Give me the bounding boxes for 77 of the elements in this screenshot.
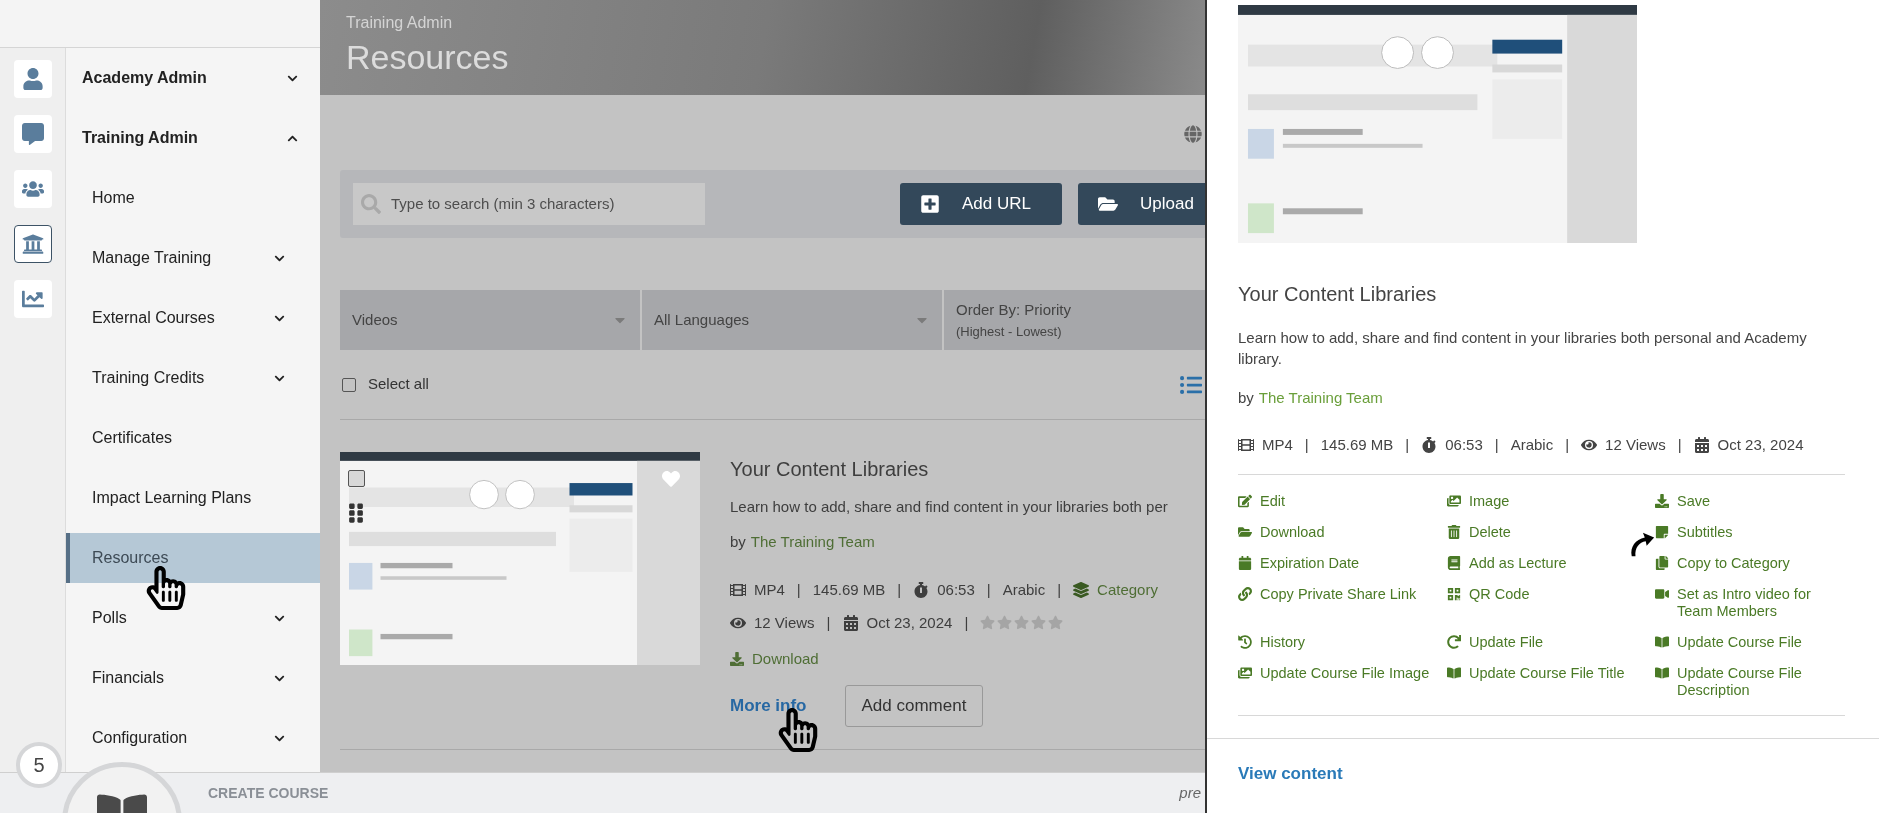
meta-text: Arabic	[1510, 434, 1554, 455]
separator: |	[1405, 434, 1410, 455]
detail-title: Your Content Libraries	[1238, 282, 1438, 307]
meta-text: 145.69 MB	[1320, 434, 1394, 455]
action-link[interactable]: Copy Private Share Link	[1238, 586, 1447, 620]
author-link[interactable]: The Training Team	[750, 530, 875, 553]
meta-text: Oct 23, 2024	[1717, 434, 1804, 455]
add-comment-button[interactable]: Add comment	[844, 684, 984, 727]
filter-dropdown[interactable]: Videos	[340, 290, 640, 350]
nav-item[interactable]: Polls	[66, 598, 320, 638]
toolbar-button[interactable]: Add URL	[900, 183, 1062, 225]
nav-item[interactable]: Resources	[66, 533, 320, 583]
download-link[interactable]: Download	[730, 648, 819, 671]
meta-text: Oct 23, 2024	[866, 612, 953, 633]
search-field[interactable]: Type to search (min 3 characters)	[353, 183, 705, 225]
action-link[interactable]: Update File	[1447, 634, 1655, 651]
by-label: by	[730, 531, 746, 552]
resource-description: Learn how to add, share and find content in your libraries both per	[730, 497, 1168, 517]
meta-text: 06:53	[1445, 434, 1483, 455]
action-link[interactable]: Set as Intro video for Team Members	[1655, 586, 1845, 620]
filter-dropdown[interactable]: Order By: Priority (Highest - Lowest)	[944, 290, 1205, 350]
action-link[interactable]: History	[1238, 634, 1447, 651]
nav-item[interactable]: Certificates	[66, 418, 320, 458]
page-title: Resources	[346, 37, 510, 78]
separator: |	[1304, 434, 1309, 455]
separator: |	[826, 612, 831, 633]
action-link[interactable]: Update Course File Image	[1238, 665, 1447, 699]
action-link[interactable]: Update Course File	[1655, 634, 1845, 651]
action-link[interactable]: Update Course File Description	[1655, 665, 1845, 699]
trailing-text: pre	[1179, 782, 1201, 803]
action-link[interactable]: Edit	[1238, 493, 1447, 510]
nav-group[interactable]: Training Admin	[66, 108, 320, 168]
action-link[interactable]: Add as Lecture	[1447, 555, 1655, 572]
more-info-link[interactable]: More info	[730, 692, 807, 719]
separator: |	[796, 580, 801, 600]
separator: |	[1565, 434, 1570, 455]
view-content-link[interactable]: View content	[1238, 761, 1343, 787]
resource-title: Your Content Libraries	[730, 457, 930, 482]
search-input[interactable]: Type to search (min 3 characters)	[391, 192, 691, 216]
meta-text: MP4	[754, 580, 785, 600]
action-link[interactable]: QR Code	[1447, 586, 1655, 620]
toolbar-button[interactable]: Upload	[1078, 183, 1205, 225]
separator: |	[897, 580, 902, 600]
nav-item[interactable]: Impact Learning Plans	[66, 478, 320, 518]
separator: |	[964, 612, 969, 633]
select-all-label: Select all	[368, 374, 429, 395]
nav-item[interactable]: Home	[66, 178, 320, 218]
detail-description: Learn how to add, share and find content in your libraries both personal and Academy library.	[1238, 328, 1808, 369]
filter-dropdown[interactable]: All Languages	[642, 290, 942, 350]
separator: |	[1057, 580, 1062, 600]
meta-text: 145.69 MB	[812, 580, 886, 600]
nav-item[interactable]: Manage Training	[66, 238, 320, 278]
nav-item[interactable]: Financials	[66, 658, 320, 698]
action-link[interactable]: Update Course File Title	[1447, 665, 1655, 699]
action-link[interactable]: Subtitles	[1655, 524, 1845, 541]
action-link[interactable]: Copy to Category	[1655, 555, 1845, 572]
breadcrumb: Training Admin	[346, 13, 454, 33]
action-link[interactable]: Download	[1238, 524, 1447, 541]
meta-text: 06:53	[937, 580, 975, 600]
action-link[interactable]: Expiration Date	[1238, 555, 1447, 572]
meta-text: MP4	[1262, 434, 1293, 455]
nav-item[interactable]: External Courses	[66, 298, 320, 338]
separator: |	[1677, 434, 1682, 455]
author-link[interactable]: The Training Team	[1258, 387, 1383, 410]
by-label: by	[1238, 388, 1254, 408]
action-link[interactable]: Image	[1447, 493, 1655, 510]
meta-text: Arabic	[1002, 580, 1046, 600]
separator: |	[986, 580, 991, 600]
meta-text: 12 Views	[754, 612, 815, 633]
nav-item[interactable]: Configuration	[66, 718, 320, 758]
meta-text: 12 Views	[1605, 434, 1666, 455]
nav-item[interactable]: Training Credits	[66, 358, 320, 398]
action-link[interactable]: Save	[1655, 493, 1845, 510]
separator: |	[1494, 434, 1499, 455]
nav-group[interactable]: Academy Admin	[66, 48, 320, 108]
category-link[interactable]: Category	[1097, 579, 1158, 602]
create-course-label[interactable]: CREATE COURSE	[208, 782, 329, 804]
